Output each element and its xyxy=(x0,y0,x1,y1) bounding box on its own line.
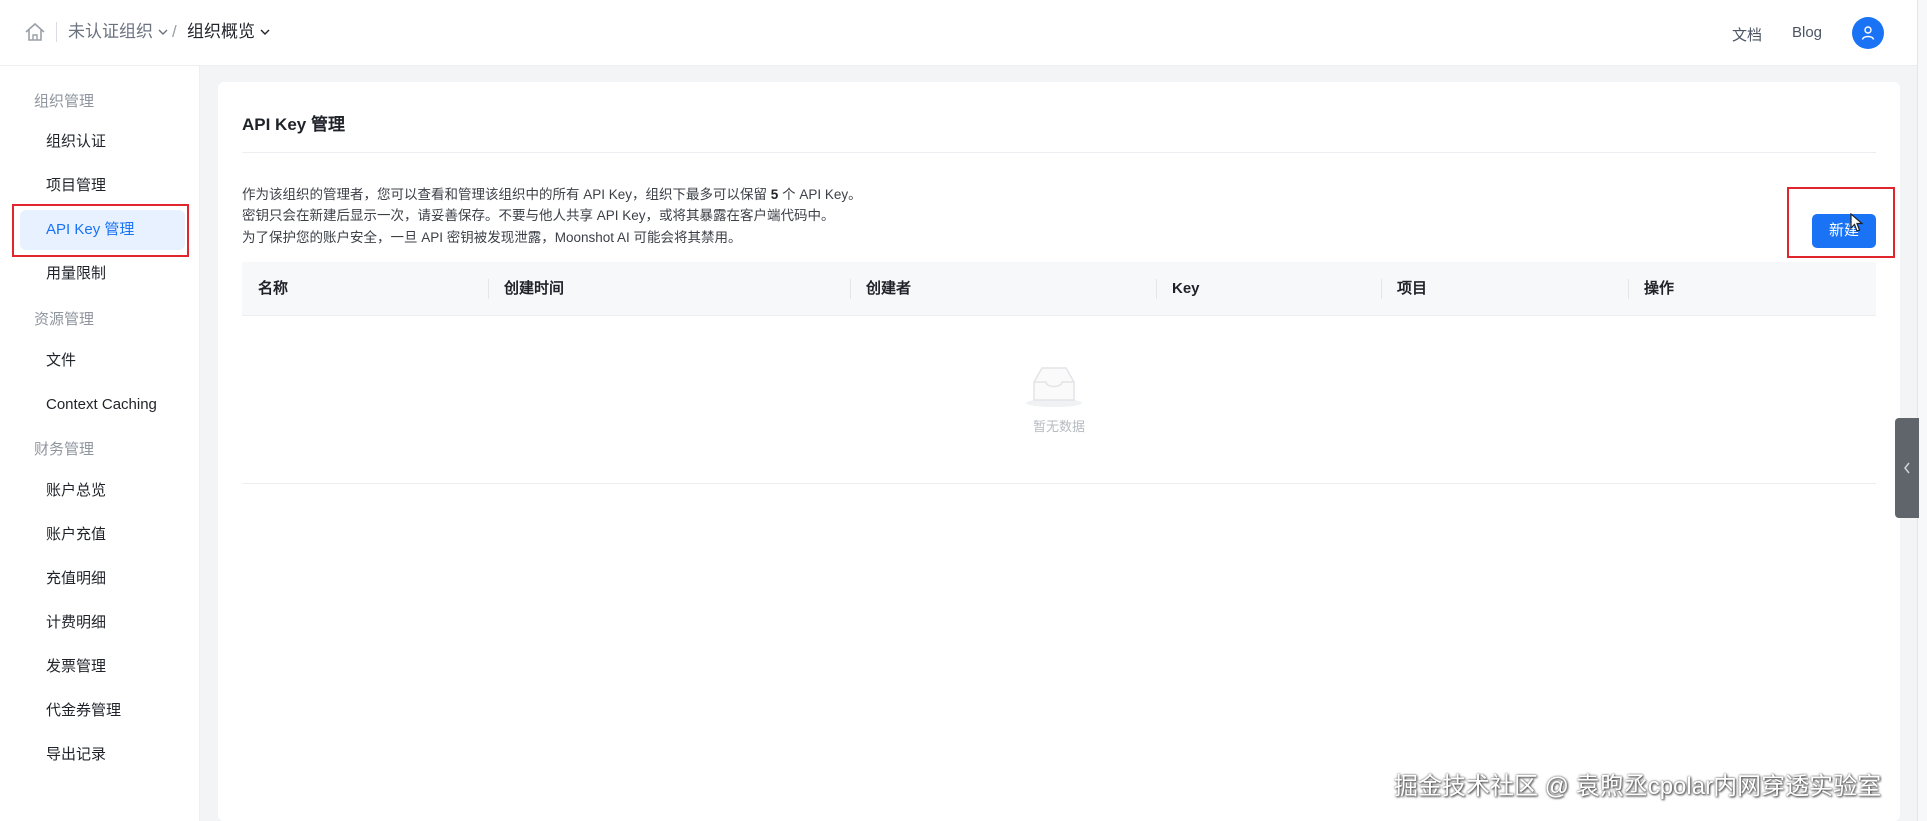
chevron-left-icon xyxy=(1904,462,1910,474)
avatar[interactable] xyxy=(1852,17,1884,49)
column-creator: 创建者 xyxy=(866,280,912,297)
table-header: 名称 创建时间 创建者 Key 项目 操作 xyxy=(242,262,1876,316)
sidebar-item-vouchers[interactable]: 代金券管理 xyxy=(20,691,185,731)
column-separator xyxy=(850,279,851,299)
description-line-1: 作为该组织的管理者，您可以查看和管理该组织中的所有 API Key，组织下最多可… xyxy=(242,183,862,203)
highlight-box-sidebar xyxy=(12,204,189,257)
home-icon[interactable] xyxy=(24,22,46,42)
sidebar-item-projects[interactable]: 项目管理 xyxy=(20,166,185,206)
sidebar-item-context-caching[interactable]: Context Caching xyxy=(20,385,185,425)
title-divider xyxy=(242,152,1876,153)
sidebar-item-usage-limits[interactable]: 用量限制 xyxy=(20,254,185,294)
column-separator xyxy=(1156,279,1157,299)
page-title: API Key 管理 xyxy=(242,115,345,134)
user-icon xyxy=(1861,26,1875,40)
description-line-1-suffix: 个 API Key。 xyxy=(782,187,862,202)
max-key-count: 5 xyxy=(770,187,779,202)
sidebar-group-finance: 财务管理 xyxy=(34,441,95,458)
description-line-2: 密钥只会在新建后显示一次，请妥善保存。不要与他人共享 API Key，或将其暴露… xyxy=(242,208,835,223)
breadcrumb-org[interactable]: 未认证组织 xyxy=(68,22,169,42)
sidebar-item-files[interactable]: 文件 xyxy=(20,341,185,381)
sidebar-item-recharge-details[interactable]: 充值明细 xyxy=(20,559,185,599)
sidebar-item-recharge[interactable]: 账户充值 xyxy=(20,515,185,555)
docs-link[interactable]: 文档 xyxy=(1732,24,1762,45)
table-bottom-border xyxy=(242,483,1876,484)
sidebar-item-org-verify[interactable]: 组织认证 xyxy=(20,122,185,162)
column-actions: 操作 xyxy=(1644,280,1675,297)
api-key-card: API Key 管理 作为该组织的管理者，您可以查看和管理该组织中的所有 API… xyxy=(218,82,1900,821)
side-panel-toggle[interactable] xyxy=(1895,418,1919,518)
column-created-time: 创建时间 xyxy=(504,280,565,297)
sidebar-item-account-overview[interactable]: 账户总览 xyxy=(20,471,185,511)
column-project: 项目 xyxy=(1397,280,1428,297)
chevron-down-icon xyxy=(260,29,270,35)
column-separator xyxy=(1381,279,1382,299)
watermark: 掘金技术社区 @ 袁煦丞cpolar内网穿透实验室 xyxy=(1394,773,1882,800)
description-line-1-prefix: 作为该组织的管理者，您可以查看和管理该组织中的所有 API Key，组织下最多可… xyxy=(242,187,768,202)
top-bar: 未认证组织 / 组织概览 文档 Blog xyxy=(0,0,1927,66)
sidebar-item-export-records[interactable]: 导出记录 xyxy=(20,735,185,775)
column-separator xyxy=(1628,279,1629,299)
chevron-down-icon xyxy=(158,29,168,35)
sidebar: 组织管理 组织认证 项目管理 API Key 管理 用量限制 资源管理 文件 C… xyxy=(0,66,200,821)
empty-inbox-icon xyxy=(1026,367,1082,407)
column-key: Key xyxy=(1172,280,1200,297)
description-line-3: 为了保护您的账户安全，一旦 API 密钥被发现泄露，Moonshot AI 可能… xyxy=(242,230,742,245)
column-name: 名称 xyxy=(258,280,289,297)
breadcrumb-org-label: 未认证组织 xyxy=(68,22,153,41)
sidebar-group-org: 组织管理 xyxy=(34,93,95,110)
blog-link[interactable]: Blog xyxy=(1792,24,1822,41)
column-separator xyxy=(488,279,489,299)
breadcrumb-divider xyxy=(56,22,57,42)
breadcrumb-page[interactable]: 组织概览 xyxy=(187,22,271,42)
breadcrumb-page-label: 组织概览 xyxy=(187,22,255,41)
empty-state-text: 暂无数据 xyxy=(1032,419,1085,434)
highlight-box-new-button xyxy=(1787,187,1895,258)
sidebar-item-invoices[interactable]: 发票管理 xyxy=(20,647,185,687)
sidebar-group-resources: 资源管理 xyxy=(34,311,95,328)
window-edge xyxy=(1917,0,1927,821)
breadcrumb-separator: / xyxy=(172,22,177,41)
sidebar-item-billing-details[interactable]: 计费明细 xyxy=(20,603,185,643)
